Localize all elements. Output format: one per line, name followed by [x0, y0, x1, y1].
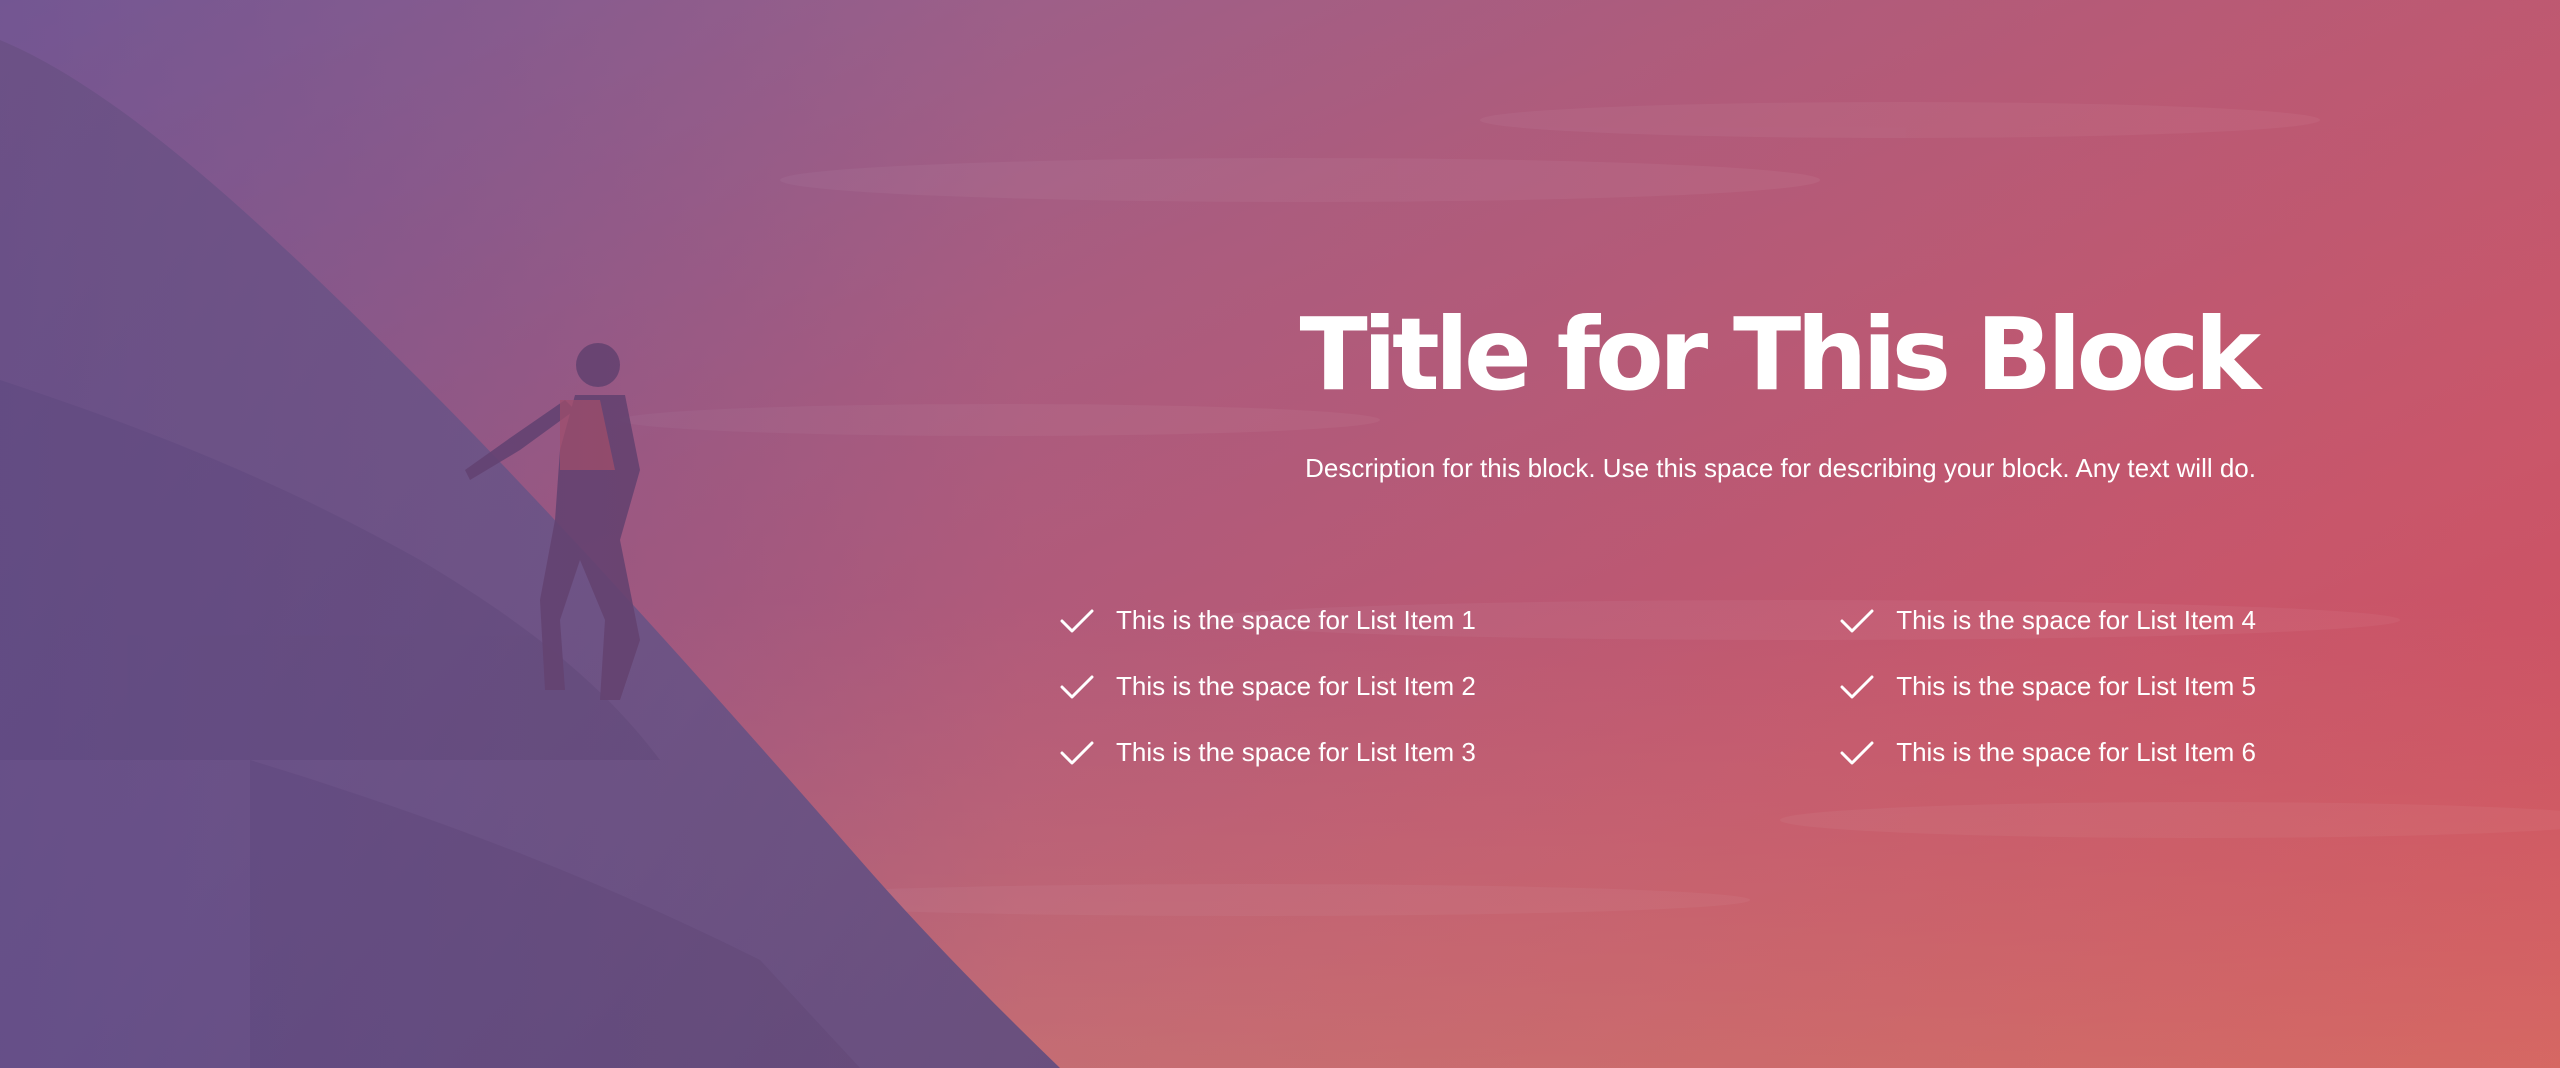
check-icon	[1060, 674, 1094, 700]
block-title: Title for This Block	[1299, 296, 2261, 413]
list-item: This is the space for List Item 5	[1840, 654, 2256, 720]
list-item-label: This is the space for List Item 2	[1116, 671, 1476, 702]
list-item: This is the space for List Item 1	[1060, 588, 1476, 654]
content-block: Title for This Block Description for thi…	[1060, 296, 2261, 786]
list-item-label: This is the space for List Item 3	[1116, 737, 1476, 768]
list-item: This is the space for List Item 6	[1840, 720, 2256, 786]
list-item-label: This is the space for List Item 4	[1896, 605, 2256, 636]
list-item: This is the space for List Item 4	[1840, 588, 2256, 654]
check-icon	[1840, 740, 1874, 766]
check-icon	[1060, 608, 1094, 634]
list-item: This is the space for List Item 3	[1060, 720, 1476, 786]
hero-section: Title for This Block Description for thi…	[0, 0, 2560, 1068]
check-icon	[1840, 674, 1874, 700]
feature-list-right: This is the space for List Item 4 This i…	[1840, 588, 2256, 786]
feature-list-left: This is the space for List Item 1 This i…	[1060, 588, 1476, 786]
list-item-label: This is the space for List Item 6	[1896, 737, 2256, 768]
check-icon	[1060, 740, 1094, 766]
feature-lists: This is the space for List Item 1 This i…	[1060, 588, 2256, 786]
list-item-label: This is the space for List Item 1	[1116, 605, 1476, 636]
list-item-label: This is the space for List Item 5	[1896, 671, 2256, 702]
block-description: Description for this block. Use this spa…	[1305, 453, 2256, 483]
check-icon	[1840, 608, 1874, 634]
list-item: This is the space for List Item 2	[1060, 654, 1476, 720]
